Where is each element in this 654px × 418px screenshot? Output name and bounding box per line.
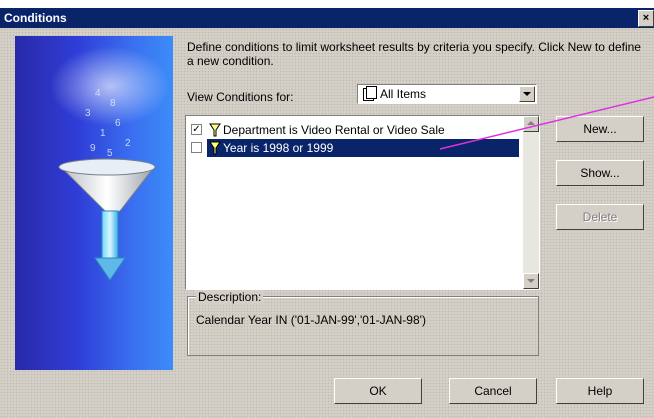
view-conditions-value: All Items bbox=[380, 87, 427, 101]
funnel-icon: 48 3 61 2 59 bbox=[50, 46, 170, 281]
svg-text:8: 8 bbox=[110, 98, 116, 109]
window-title: Conditions bbox=[4, 11, 67, 25]
show-button[interactable]: Show... bbox=[556, 160, 644, 186]
chevron-down-icon bbox=[527, 279, 535, 283]
svg-text:3: 3 bbox=[85, 108, 91, 119]
svg-text:4: 4 bbox=[95, 88, 101, 99]
close-button[interactable]: × bbox=[638, 10, 654, 27]
condition-checkbox[interactable] bbox=[191, 142, 202, 153]
list-item[interactable]: Year is 1998 or 1999 bbox=[189, 139, 519, 157]
svg-text:1: 1 bbox=[100, 128, 106, 139]
description-label: Description: bbox=[196, 290, 264, 304]
svg-text:2: 2 bbox=[125, 138, 131, 149]
filter-icon bbox=[209, 123, 221, 137]
dropdown-arrow-button[interactable] bbox=[519, 86, 535, 102]
condition-text: Department is Video Rental or Video Sale bbox=[223, 123, 445, 137]
scroll-down-button[interactable] bbox=[523, 273, 539, 289]
filter-icon bbox=[209, 141, 221, 155]
chevron-down-icon bbox=[523, 92, 531, 96]
svg-text:6: 6 bbox=[115, 118, 121, 129]
help-button[interactable]: Help bbox=[556, 378, 644, 404]
new-button[interactable]: New... bbox=[556, 116, 644, 142]
items-icon bbox=[363, 86, 377, 101]
condition-text: Year is 1998 or 1999 bbox=[223, 141, 334, 155]
ok-button[interactable]: OK bbox=[334, 378, 422, 404]
scroll-up-button[interactable] bbox=[523, 116, 539, 132]
conditions-list[interactable]: ✓ Department is Video Rental or Video Sa… bbox=[185, 115, 540, 290]
funnel-illustration: 48 3 61 2 59 bbox=[15, 36, 173, 370]
top-strip bbox=[0, 0, 654, 8]
list-item[interactable]: ✓ Department is Video Rental or Video Sa… bbox=[189, 121, 519, 139]
delete-button[interactable]: Delete bbox=[556, 204, 644, 230]
svg-text:5: 5 bbox=[107, 148, 113, 159]
description-value: Calendar Year IN ('01-JAN-99','01-JAN-98… bbox=[196, 313, 426, 327]
title-bar: Conditions × bbox=[0, 8, 654, 28]
view-conditions-dropdown[interactable]: All Items bbox=[357, 84, 537, 104]
chevron-up-icon bbox=[527, 121, 535, 125]
cancel-button[interactable]: Cancel bbox=[449, 378, 537, 404]
condition-checkbox[interactable]: ✓ bbox=[191, 124, 202, 135]
list-scrollbar[interactable] bbox=[523, 116, 539, 289]
svg-text:9: 9 bbox=[90, 143, 96, 154]
view-conditions-label: View Conditions for: bbox=[187, 90, 294, 104]
intro-text: Define conditions to limit worksheet res… bbox=[187, 40, 641, 68]
